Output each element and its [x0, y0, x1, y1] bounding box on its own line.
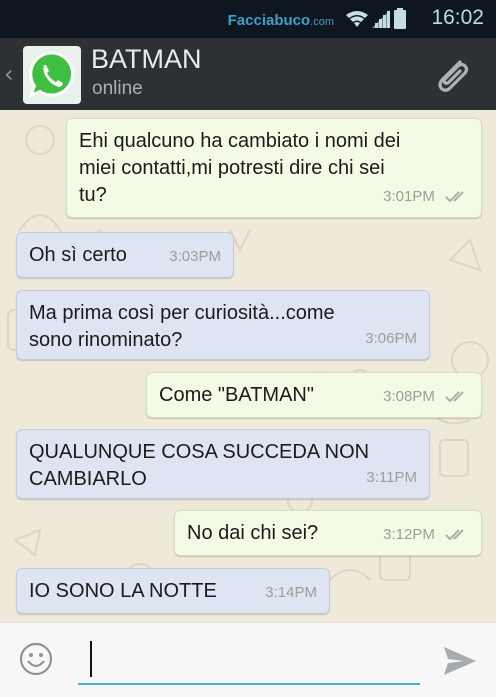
message-meta: 3:12PM	[383, 521, 469, 548]
message-time: 3:06PM	[365, 330, 417, 347]
message-bubble-incoming[interactable]: Oh sì certo 3:03PM	[16, 232, 234, 278]
double-check-icon	[445, 391, 464, 403]
status-brand-name: Facciabuco	[227, 12, 311, 29]
whatsapp-logo-icon	[28, 51, 75, 98]
double-check-icon	[445, 529, 464, 541]
avatar[interactable]	[23, 46, 81, 104]
message-time: 3:11PM	[366, 469, 417, 486]
signal-icon	[372, 10, 390, 28]
chat-header: ‹ BATMAN online	[0, 38, 496, 110]
status-bar: Facciabuco.com 16:02	[0, 0, 496, 38]
message-bubble-incoming[interactable]: QUALUNQUE COSA SUCCEDA NON CAMBIARLO 3:1…	[16, 429, 430, 499]
message-bubble-incoming[interactable]: Ma prima così per curiosità...come sono …	[16, 290, 430, 360]
message-text: Ma prima così per curiosità...come sono …	[29, 302, 335, 351]
status-brand-tld: .com	[310, 16, 334, 28]
chat-area[interactable]: Ehi qualcuno ha cambiato i nomi dei miei…	[0, 110, 496, 622]
text-cursor	[90, 641, 92, 677]
message-meta: 3:08PM	[383, 383, 469, 410]
contact-name[interactable]: BATMAN	[91, 44, 202, 75]
message-time: 3:12PM	[383, 526, 435, 543]
status-icons	[346, 8, 406, 29]
double-check-icon	[445, 191, 464, 203]
message-input[interactable]	[78, 635, 420, 685]
chevron-left-icon[interactable]: ‹	[4, 60, 14, 88]
contact-status: online	[92, 78, 143, 99]
message-bubble-incoming[interactable]: IO SONO LA NOTTE 3:14PM	[16, 568, 330, 614]
message-bubble-outgoing[interactable]: Come "BATMAN" 3:08PM	[146, 372, 482, 418]
message-time: 3:03PM	[169, 248, 221, 265]
status-time: 16:02	[431, 6, 484, 29]
message-bubble-outgoing[interactable]: No dai chi sei? 3:12PM	[174, 510, 482, 556]
send-icon[interactable]	[440, 641, 480, 681]
message-time: 3:01PM	[383, 188, 435, 205]
message-time: 3:14PM	[265, 584, 317, 601]
message-text: QUALUNQUE COSA SUCCEDA NON CAMBIARLO	[29, 441, 370, 490]
message-meta: 3:01PM	[383, 183, 469, 210]
input-bar	[0, 622, 496, 697]
message-time: 3:08PM	[383, 388, 435, 405]
message-bubble-outgoing[interactable]: Ehi qualcuno ha cambiato i nomi dei miei…	[66, 118, 482, 218]
battery-icon	[394, 8, 406, 29]
wifi-icon	[346, 11, 368, 27]
paperclip-icon[interactable]	[430, 54, 474, 98]
status-brand: Facciabuco.com	[228, 12, 334, 29]
smiley-icon[interactable]	[18, 641, 54, 677]
